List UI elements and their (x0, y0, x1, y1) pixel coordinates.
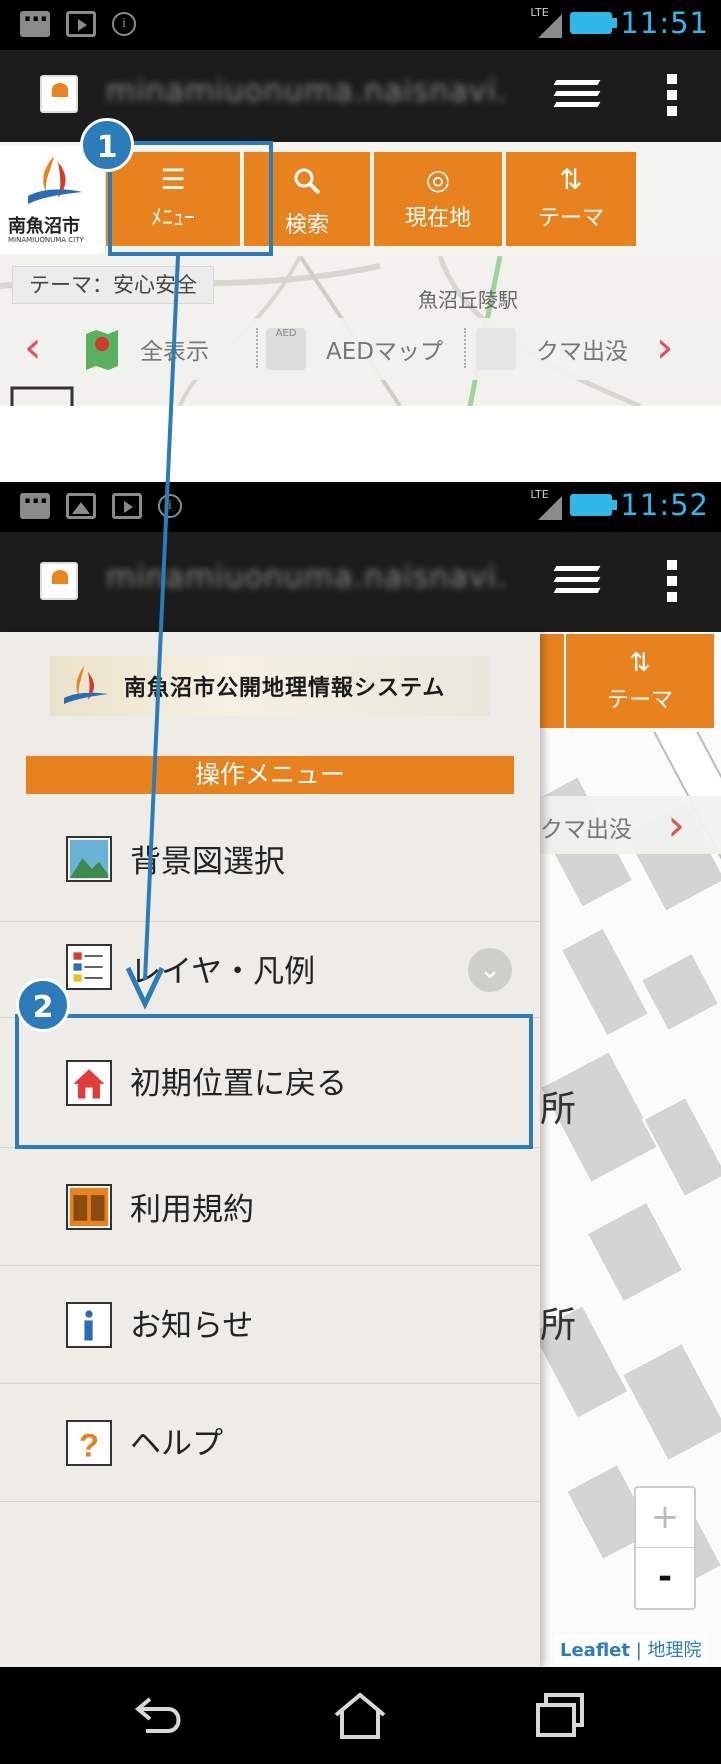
chevron-right-icon[interactable]: › (667, 800, 685, 851)
theme-button[interactable]: ⇅ テーマ (506, 152, 636, 246)
app-banner: 南魚沼市公開地理情報システム (50, 656, 490, 716)
step1-highlight (108, 141, 273, 256)
chevron-down-icon[interactable]: ⌄ (468, 948, 512, 992)
swap-icon: ⇅ (629, 648, 651, 678)
landscape-icon (66, 836, 112, 882)
status-clock: 11:52 (620, 488, 709, 522)
image-icon (66, 493, 96, 519)
legend-icon (66, 944, 112, 990)
info-icon: i (158, 494, 182, 518)
tabs-icon[interactable] (553, 80, 601, 112)
signal-icon: LTE (530, 488, 563, 522)
theme-item-all[interactable]: 全表示 (140, 332, 209, 366)
theme-item-aed[interactable]: AEDマップ (326, 332, 443, 366)
svg-text:?: ? (79, 1427, 99, 1464)
theme-item-bear[interactable]: クマ出没 › (540, 796, 721, 854)
leaflet-link[interactable]: Leaflet (560, 1640, 630, 1661)
status-clock: 11:51 (620, 6, 709, 40)
swap-icon: ⇅ (559, 163, 583, 196)
info-icon: i (112, 12, 136, 36)
city-logo-subtext: MINAMIUONUMA CITY (8, 236, 84, 244)
location-icon: ◎ (425, 163, 451, 196)
chevron-right-icon[interactable]: › (656, 326, 674, 370)
zoom-out-button[interactable]: - (636, 1548, 694, 1608)
info-icon (66, 1302, 112, 1348)
screen-gap (0, 406, 721, 482)
city-emblem-icon (28, 156, 82, 204)
zoom-control: + - (634, 1486, 696, 1610)
book-icon (66, 1184, 112, 1230)
map-attribution: Leaflet | 地理院 (554, 1634, 708, 1664)
chevron-left-icon[interactable]: ‹ (24, 326, 42, 370)
browser-toolbar-2: minamiuonuma.naisnavi. (0, 532, 721, 632)
site-favicon (40, 562, 78, 600)
theme-item-bear[interactable]: クマ出没 (536, 332, 628, 366)
menu-item-news[interactable]: お知らせ (0, 1266, 540, 1384)
side-menu-drawer: 南魚沼市公開地理情報システム 操作メニュー 背景図選択 レイヤ・凡例 ⌄ 初期位… (0, 632, 540, 1667)
play-store-icon (112, 493, 142, 519)
play-store-icon (66, 11, 96, 37)
status-bar-2: i LTE 11:52 (0, 482, 721, 532)
map-view-top[interactable]: テーマ：安心安全 魚沼丘陵駅 ‹ 全表示 AED AEDマップ クマ出没 › (0, 256, 721, 406)
menu-item-background-map[interactable]: 背景図選択 (0, 794, 540, 922)
help-icon: ? (66, 1420, 112, 1466)
map-place-label: 所 (540, 1089, 577, 1130)
theme-button-2[interactable]: ⇅ テーマ (540, 632, 721, 732)
step2-highlight (15, 1014, 533, 1149)
current-theme-label: テーマ：安心安全 (12, 266, 214, 304)
step1-badge: 1 (80, 118, 134, 172)
site-favicon (40, 75, 78, 113)
menu-item-help[interactable]: ? ヘルプ (0, 1384, 540, 1502)
city-emblem-icon (64, 666, 108, 704)
theme-item-bar: ‹ 全表示 AED AEDマップ クマ出没 › (0, 318, 721, 380)
recents-icon[interactable] (530, 1689, 590, 1743)
city-logo-text: 南魚沼市 (8, 216, 80, 237)
url-bar[interactable]: minamiuonuma.naisnavi. (106, 560, 507, 595)
aed-icon: AED (266, 328, 306, 370)
home-nav-icon[interactable] (330, 1689, 390, 1743)
map-place-label: 所 (540, 1305, 577, 1346)
screenshot-root: i LTE 11:51 minamiuonuma.naisnavi. 南魚沼市 … (0, 0, 721, 1764)
menu-item-layer-legend[interactable]: レイヤ・凡例 ⌄ (0, 922, 540, 1018)
bear-icon (476, 328, 516, 370)
zoom-in-button[interactable]: + (636, 1488, 694, 1548)
menu-item-terms[interactable]: 利用規約 (0, 1148, 540, 1266)
overflow-menu-icon[interactable] (667, 560, 677, 608)
map-station-label: 魚沼丘陵駅 (418, 288, 518, 312)
tabs-icon[interactable] (553, 566, 601, 598)
url-bar[interactable]: minamiuonuma.naisnavi. (106, 74, 507, 109)
gsi-link[interactable]: 地理院 (648, 1640, 702, 1661)
current-location-button[interactable]: ◎ 現在地 (374, 152, 502, 246)
app-banner-title: 南魚沼市公開地理情報システム (124, 676, 446, 701)
battery-icon (570, 12, 618, 34)
status-bar: i LTE 11:51 (0, 0, 721, 50)
notification-more-icon (20, 5, 50, 37)
notification-more-icon (20, 487, 50, 519)
system-nav-bar (0, 1667, 721, 1764)
menu-header: 操作メニュー (26, 756, 514, 794)
signal-icon: LTE (530, 6, 563, 40)
pin-icon (86, 330, 118, 370)
back-icon[interactable] (132, 1689, 192, 1743)
overflow-menu-icon[interactable] (667, 74, 677, 122)
battery-icon (570, 494, 618, 516)
step2-badge: 2 (16, 978, 70, 1032)
